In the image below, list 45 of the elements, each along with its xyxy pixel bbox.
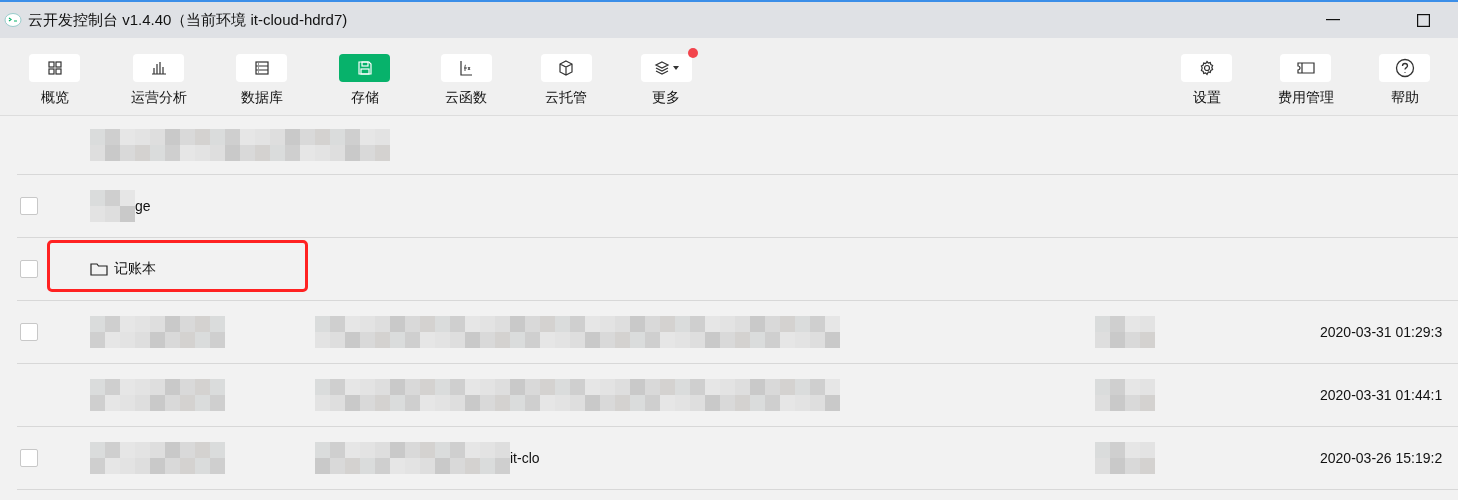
row-checkbox[interactable] bbox=[20, 323, 38, 341]
grid-icon bbox=[46, 60, 63, 76]
blurred-text bbox=[1095, 316, 1155, 348]
layers-icon bbox=[653, 60, 670, 76]
help-icon bbox=[1394, 58, 1415, 78]
partial-text: it-clo bbox=[510, 450, 540, 466]
settings-icon bbox=[1198, 60, 1215, 76]
blurred-text bbox=[1095, 442, 1155, 474]
date-text: 2020-03-31 01:29:3 bbox=[1320, 324, 1443, 340]
row-checkbox[interactable] bbox=[20, 197, 38, 215]
window-title: 云开发控制台 v1.4.40（当前环境 it-cloud-hdrd7) bbox=[28, 10, 349, 30]
toolbar-button[interactable] bbox=[1379, 54, 1430, 82]
ticket-icon bbox=[1295, 60, 1316, 76]
folder-name[interactable]: 记账本 bbox=[114, 260, 156, 278]
row-checkbox[interactable] bbox=[20, 260, 38, 278]
minimize-icon bbox=[1326, 19, 1340, 21]
toolbar-button[interactable] bbox=[540, 54, 592, 82]
blurred-text bbox=[90, 190, 135, 222]
toolbar-label: 云函数 bbox=[445, 89, 487, 107]
maximize-icon bbox=[1416, 13, 1430, 27]
app-logo-icon bbox=[4, 12, 22, 28]
toolbar-label: 设置 bbox=[1192, 89, 1221, 107]
notification-dot bbox=[687, 48, 698, 58]
function-icon bbox=[458, 60, 474, 76]
toolbar-label: 帮助 bbox=[1390, 89, 1419, 107]
cube-icon bbox=[558, 60, 574, 76]
toolbar-label: 更多 bbox=[652, 89, 680, 107]
list-icon bbox=[253, 60, 270, 76]
toolbar-label: 概览 bbox=[40, 89, 69, 107]
toolbar-label: 费用管理 bbox=[1277, 89, 1334, 107]
toolbar-label: 运营分析 bbox=[130, 89, 187, 107]
row-checkbox[interactable] bbox=[20, 449, 38, 467]
toolbar-button[interactable] bbox=[1181, 54, 1232, 82]
bar-chart-icon bbox=[150, 60, 167, 76]
toolbar-label: 数据库 bbox=[240, 89, 283, 107]
toolbar-label: 云托管 bbox=[545, 89, 587, 107]
blurred-text bbox=[1095, 379, 1155, 411]
save-icon bbox=[356, 60, 373, 76]
folder-icon bbox=[90, 261, 108, 277]
toolbar-button[interactable] bbox=[640, 54, 692, 82]
date-text: 2020-03-26 15:19:2 bbox=[1320, 450, 1443, 466]
date-text: 2020-03-31 01:44:1 bbox=[1320, 387, 1443, 403]
partial-text: ge bbox=[135, 198, 151, 214]
caret-icon bbox=[672, 66, 679, 70]
toolbar-label: 存储 bbox=[350, 89, 379, 107]
